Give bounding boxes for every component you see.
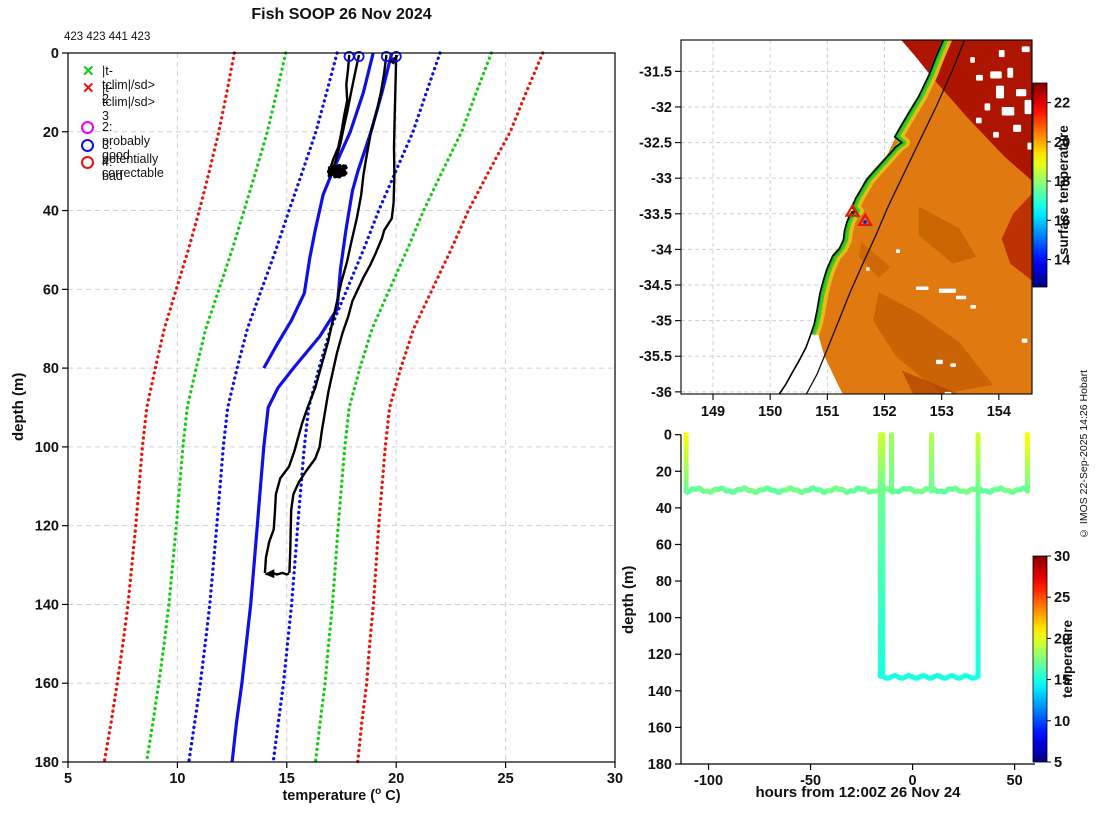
cloud-gap bbox=[970, 57, 975, 63]
y-tick-label: 160 bbox=[35, 676, 59, 692]
x-tick-label: 10 bbox=[169, 771, 185, 787]
cloud-gap bbox=[955, 295, 967, 300]
y-tick-label: 40 bbox=[656, 501, 672, 517]
lon-tick-label: 151 bbox=[815, 404, 839, 420]
track-xaxis-label: hours from 12:00Z 26 Nov 24 bbox=[755, 784, 961, 801]
y-tick-label: 0 bbox=[51, 46, 59, 62]
sst-colorbar-label: surface temperature bbox=[1056, 125, 1071, 255]
legend-label: |t-tclim|/sd> 3 bbox=[102, 81, 155, 123]
y-tick-label: 100 bbox=[648, 611, 672, 627]
cloud-gap bbox=[935, 359, 943, 365]
cloud-gap bbox=[1007, 67, 1014, 78]
cloud-gap bbox=[970, 304, 976, 309]
lat-tick-label: -31.5 bbox=[639, 64, 672, 80]
y-tick-label: 180 bbox=[35, 755, 59, 771]
cloud-gap bbox=[975, 117, 982, 124]
lat-tick-label: -32 bbox=[651, 100, 672, 116]
cloud-gap bbox=[1013, 124, 1022, 132]
lat-tick-label: -34 bbox=[651, 242, 672, 258]
clim-plus-2sd bbox=[313, 51, 494, 764]
lon-tick-label: 150 bbox=[758, 404, 782, 420]
cloud-gap bbox=[998, 49, 1005, 58]
y-tick-label: 60 bbox=[43, 282, 59, 298]
lon-tick-label: 149 bbox=[701, 404, 725, 420]
y-tick-label: 80 bbox=[656, 574, 672, 590]
imos-watermark: © IMOS 22-Sep-2025 14:26 Hobart bbox=[1078, 369, 1090, 539]
cloud-gap bbox=[1027, 142, 1032, 150]
x-tick-label: 25 bbox=[498, 771, 514, 787]
y-tick-label: 80 bbox=[43, 361, 59, 377]
magenta-circle-icon bbox=[81, 121, 94, 134]
y-tick-label: 140 bbox=[648, 684, 672, 700]
y-tick-label: 160 bbox=[648, 720, 672, 736]
y-tick-label: 20 bbox=[43, 125, 59, 141]
cast-point-counts: 423 423 441 423 bbox=[64, 31, 151, 43]
cloud-gap bbox=[915, 286, 929, 291]
profile-xaxis-label: temperature (o C) bbox=[282, 786, 401, 804]
colorbar-tick-label: 30 bbox=[1054, 549, 1070, 565]
x-tick-label: 30 bbox=[607, 771, 623, 787]
profile-yaxis-label: depth (m) bbox=[10, 372, 27, 442]
lat-tick-label: -32.5 bbox=[639, 136, 672, 152]
cloud-gap bbox=[895, 249, 900, 253]
cast-3 bbox=[263, 54, 388, 573]
cloud-gap bbox=[995, 85, 1004, 99]
y-tick-label: 0 bbox=[664, 428, 672, 444]
figure-canvas: 5 10 15 20 25 30020406080100120140160180149 15… bbox=[35, 39, 1070, 789]
lat-tick-label: -33.5 bbox=[639, 207, 672, 223]
red-circle-icon bbox=[81, 156, 94, 169]
lat-tick-label: -35.5 bbox=[639, 349, 672, 365]
sst-map bbox=[681, 40, 1032, 394]
x-tick-label: 5 bbox=[64, 771, 72, 787]
cloud-gap bbox=[984, 103, 991, 111]
legend-label: 4: bad bbox=[102, 155, 123, 183]
cloud-gap bbox=[1015, 89, 1027, 97]
cloud-gap bbox=[1024, 99, 1032, 115]
lon-tick-label: 152 bbox=[872, 404, 896, 420]
blue-circle-icon bbox=[81, 138, 94, 152]
temperature-colorbar-label: temperature bbox=[1060, 619, 1075, 699]
page-title: Fish SOOP 26 Nov 2024 bbox=[251, 6, 432, 23]
cloud-gap bbox=[990, 71, 1002, 79]
y-tick-label: 180 bbox=[648, 757, 672, 773]
lon-tick-label: 154 bbox=[987, 404, 1011, 420]
track-yaxis-label: depth (m) bbox=[620, 565, 637, 635]
lat-tick-label: -34.5 bbox=[639, 278, 672, 294]
lat-tick-label: -35 bbox=[651, 314, 672, 330]
cloud-gap bbox=[993, 131, 999, 138]
cloud-gap bbox=[1001, 106, 1015, 116]
clim-minus-2sd bbox=[144, 51, 288, 764]
climatology-site-2 bbox=[230, 52, 394, 763]
figure-window: 5 10 15 20 25 30 0 20 40 60 80 100 120 140 160 180 149 15… bbox=[0, 0, 1100, 820]
y-tick-label: 60 bbox=[656, 537, 672, 553]
y-tick-label: 20 bbox=[656, 464, 672, 480]
cloud-gap bbox=[866, 267, 870, 271]
clim-plus-1sd bbox=[271, 51, 442, 764]
cloud-gap bbox=[1021, 46, 1030, 53]
tow-cluster-30m bbox=[326, 163, 348, 179]
depth-time-plot bbox=[683, 432, 1031, 681]
cloud-gap bbox=[950, 363, 956, 367]
y-tick-label: 120 bbox=[648, 647, 672, 663]
lat-tick-label: -36 bbox=[651, 385, 672, 401]
y-tick-label: 140 bbox=[35, 597, 59, 613]
colorbar-tick-label: 5 bbox=[1054, 755, 1062, 771]
y-tick-label: 100 bbox=[35, 440, 59, 456]
x-tick-label: 20 bbox=[388, 771, 404, 787]
y-tick-label: 40 bbox=[43, 204, 59, 220]
x-tick-label: 15 bbox=[279, 771, 295, 787]
cloud-gap bbox=[1021, 338, 1028, 343]
red-x-icon: ✕ bbox=[82, 80, 95, 97]
cloud-gap bbox=[975, 74, 983, 81]
green-x-icon: ✕ bbox=[82, 63, 95, 80]
lon-tick-label: 153 bbox=[930, 404, 954, 420]
lat-tick-label: -33 bbox=[651, 171, 672, 187]
cloud-gap bbox=[938, 288, 956, 293]
y-tick-label: 120 bbox=[35, 519, 59, 535]
clim-plus-3sd bbox=[356, 51, 545, 764]
